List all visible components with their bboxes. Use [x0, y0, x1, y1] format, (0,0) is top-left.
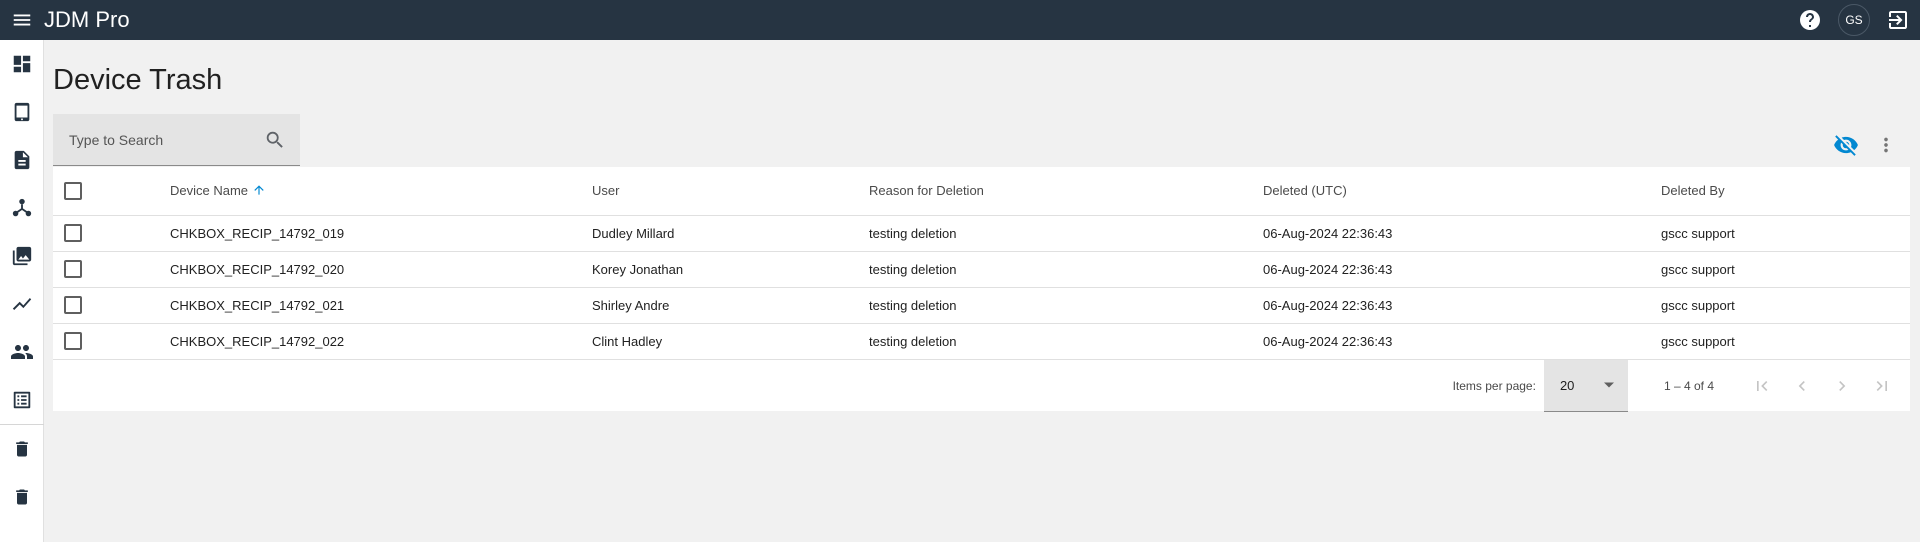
toggle-visibility-button[interactable] [1826, 128, 1866, 162]
cell-device-name: CHKBOX_RECIP_14792_019 [170, 225, 345, 241]
cell-deleted: 06-Aug-2024 22:36:43 [1263, 261, 1393, 277]
chevron-right-icon [1839, 380, 1846, 391]
sidebar-item-analytics[interactable] [0, 280, 44, 328]
column-header-device-name[interactable]: Device Name [170, 167, 592, 215]
dashboard-icon [13, 55, 31, 73]
search-input[interactable] [69, 131, 249, 148]
sidebar-item-lists[interactable] [0, 376, 44, 424]
sidebar-item-devices[interactable] [0, 88, 44, 136]
first-page-icon [1757, 380, 1768, 391]
cell-reason: testing deletion [869, 225, 957, 241]
cell-user: Korey Jonathan [592, 261, 684, 277]
trash-icon [16, 489, 28, 505]
row-checkbox[interactable] [64, 224, 82, 242]
page-title: Device Trash [53, 64, 223, 96]
device-trash-table: Device Name User Reason for Deletion Del… [53, 167, 1910, 412]
sidebar-item-documents[interactable] [0, 136, 44, 184]
sidebar [0, 40, 44, 542]
cell-device-name: CHKBOX_RECIP_14792_021 [170, 297, 345, 313]
sidebar-item-network[interactable] [0, 184, 44, 232]
cell-deleted-by: gscc support [1661, 297, 1735, 313]
table-row[interactable]: CHKBOX_RECIP_14792_022 Clint Hadley test… [53, 323, 1910, 359]
trending-icon [12, 298, 32, 310]
people-icon [11, 345, 33, 359]
table-row[interactable]: CHKBOX_RECIP_14792_020 Korey Jonathan te… [53, 251, 1910, 287]
help-icon [1800, 10, 1820, 30]
cell-deleted-by: gscc support [1661, 261, 1735, 277]
cell-reason: testing deletion [869, 297, 957, 313]
items-per-page-value: 20 [1559, 377, 1575, 393]
logout-icon [1889, 11, 1907, 29]
cell-deleted: 06-Aug-2024 22:36:43 [1263, 297, 1393, 313]
cell-deleted: 06-Aug-2024 22:36:43 [1263, 225, 1393, 241]
cell-deleted: 06-Aug-2024 22:36:43 [1263, 333, 1393, 349]
last-page-icon [1876, 380, 1887, 391]
items-per-page-select[interactable]: 20 [1543, 359, 1628, 412]
menu-icon [13, 14, 31, 26]
visibility-off-icon [1834, 135, 1858, 156]
sidebar-item-dashboard[interactable] [0, 40, 44, 88]
previous-page-button[interactable] [1782, 366, 1822, 406]
search-field[interactable] [53, 114, 300, 166]
user-avatar[interactable]: GS [1838, 4, 1870, 36]
column-header-reason[interactable]: Reason for Deletion [869, 167, 1263, 215]
cell-deleted-by: gscc support [1661, 333, 1735, 349]
row-checkbox[interactable] [64, 296, 82, 314]
hub-icon [12, 198, 32, 217]
next-page-button[interactable] [1822, 366, 1862, 406]
column-header-user[interactable]: User [592, 167, 869, 215]
cell-user: Shirley Andre [592, 297, 670, 313]
app-title: JDM Pro [44, 7, 130, 32]
photo-library-icon [12, 246, 32, 266]
sidebar-item-device-trash[interactable] [0, 473, 44, 521]
paginator: Items per page: 20 1 – 4 of 4 [53, 359, 1910, 412]
search-button[interactable] [264, 129, 286, 156]
column-header-deleted[interactable]: Deleted (UTC) [1263, 167, 1661, 215]
select-all-checkbox[interactable] [64, 181, 82, 200]
cell-device-name: CHKBOX_RECIP_14792_020 [170, 261, 345, 277]
search-icon [266, 131, 283, 148]
top-app-bar: JDM Pro GS [0, 0, 1920, 40]
sidebar-item-media[interactable] [0, 232, 44, 280]
column-header-label: Device Name [170, 183, 249, 199]
cell-user: Dudley Millard [592, 225, 675, 241]
more-options-button[interactable] [1866, 128, 1906, 162]
column-header-deleted-by[interactable]: Deleted By [1661, 167, 1910, 215]
chevron-left-icon [1798, 380, 1805, 391]
cell-reason: testing deletion [869, 261, 957, 277]
tablet-icon [14, 102, 30, 122]
cell-device-name: CHKBOX_RECIP_14792_022 [170, 333, 345, 349]
cell-deleted-by: gscc support [1661, 225, 1735, 241]
trash-icon [16, 441, 28, 457]
dropdown-arrow-icon [1603, 382, 1614, 387]
table-row[interactable]: CHKBOX_RECIP_14792_019 Dudley Millard te… [53, 215, 1910, 251]
document-icon [14, 150, 30, 170]
table-row[interactable]: CHKBOX_RECIP_14792_021 Shirley Andre tes… [53, 287, 1910, 323]
list-alt-icon [13, 391, 31, 409]
row-checkbox[interactable] [64, 332, 82, 351]
more-vert-icon [1884, 137, 1888, 153]
items-per-page-label: Items per page: [1452, 378, 1536, 393]
topbar-actions: GS [1788, 0, 1920, 40]
range-label: 1 – 4 of 4 [1663, 378, 1714, 393]
table-tools [1826, 128, 1906, 162]
sidebar-item-users[interactable] [0, 328, 44, 376]
cell-reason: testing deletion [869, 333, 957, 349]
row-checkbox[interactable] [64, 260, 82, 278]
help-button[interactable] [1788, 0, 1832, 40]
cell-user: Clint Hadley [592, 333, 663, 349]
logout-button[interactable] [1876, 0, 1920, 40]
sidebar-item-trash[interactable] [0, 425, 44, 473]
table-header-row: Device Name User Reason for Deletion Del… [53, 167, 1910, 215]
last-page-button[interactable] [1862, 366, 1902, 406]
menu-button[interactable] [0, 0, 44, 40]
first-page-button[interactable] [1742, 366, 1782, 406]
arrow-up-icon [254, 185, 264, 195]
